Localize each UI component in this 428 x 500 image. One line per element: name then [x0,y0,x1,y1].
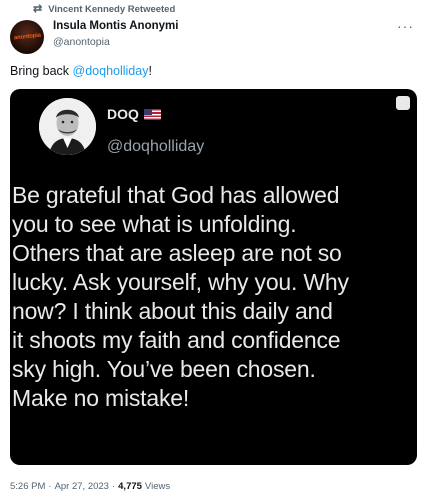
tweet-date[interactable]: Apr 27, 2023 [55,481,109,492]
retweet-icon: ⇄ [33,3,43,15]
embedded-handle: @doqholliday [107,138,205,155]
us-flag-icon [143,108,161,120]
author-avatar[interactable]: anontopia [10,20,44,54]
embedded-avatar [39,98,96,155]
avatar-logo-text: anontopia [13,32,41,42]
tweet-meta: 5:26 PM · Apr 27, 2023 · 4,775 Views [10,481,170,492]
tweet-time[interactable]: 5:26 PM [10,481,45,492]
embedded-author-name: DOQ [107,106,161,122]
meta-separator: · [111,481,116,492]
author-name[interactable]: Insula Montis Anonymi [53,20,178,32]
quote-line: Make no mistake! [12,385,190,411]
quote-line: now? I think about this daily and [12,298,333,324]
copy-icon [396,96,410,110]
embedded-screenshot[interactable]: DOQ @doqholliday Be grateful that God ha… [10,89,417,465]
author-handle[interactable]: @anontopia [53,36,110,48]
tweet-text-suffix: ! [148,64,152,78]
more-options-icon[interactable]: ··· [397,18,414,34]
portrait-image [39,98,96,155]
quote-line: you to see what is unfolding. [12,211,297,237]
views-label: Views [144,481,171,492]
meta-separator: · [48,481,52,492]
quote-line: it shoots my faith and confidence [12,327,341,353]
tweet-text: Bring back @doqholliday! [10,64,152,78]
quote-line: Others that are asleep are not so [12,240,342,266]
embedded-name-text: DOQ [107,106,139,122]
embedded-quote-text: Be grateful that God has allowed you to s… [12,181,417,413]
views-count[interactable]: 4,775 [118,481,142,492]
retweet-label: Vincent Kennedy Retweeted [48,4,176,15]
retweet-indicator[interactable]: ⇄ Vincent Kennedy Retweeted [33,3,176,16]
quote-line: lucky. Ask yourself, why you. Why [12,269,349,295]
quote-line: sky high. You’ve been chosen. [12,356,316,382]
mention-link[interactable]: @doqholliday [73,64,149,78]
quote-line: Be grateful that God has allowed [12,182,340,208]
tweet-text-prefix: Bring back [10,64,73,78]
